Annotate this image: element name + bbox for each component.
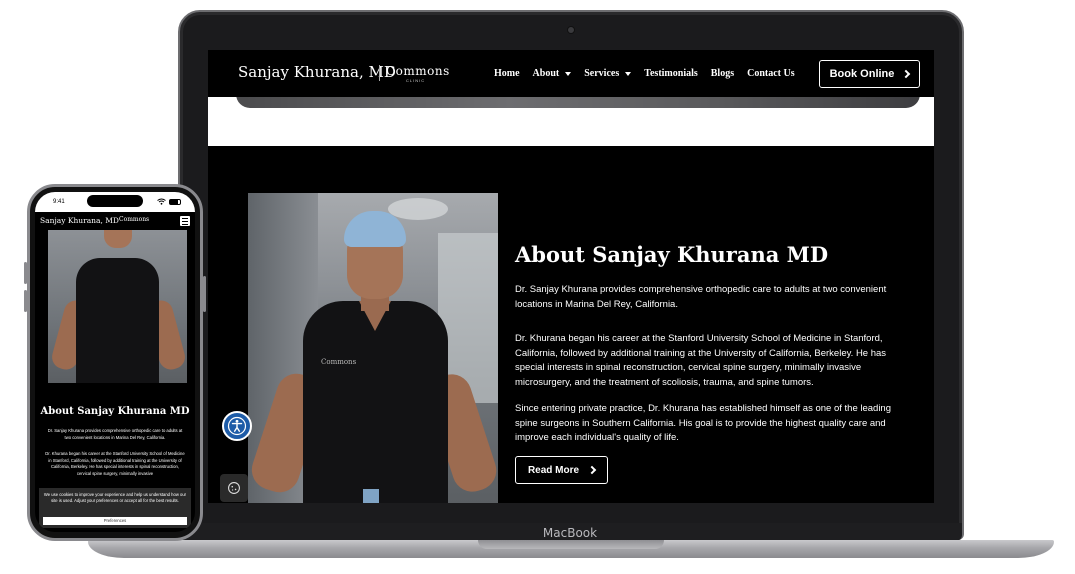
commons-logo[interactable]: Commons: [386, 64, 450, 78]
read-more-label: Read More: [527, 464, 580, 476]
nav-blogs-label: Blogs: [710, 68, 735, 79]
chevron-right-icon: [587, 465, 597, 475]
phone-navbar: Sanjay Khurana, MD Commons: [35, 212, 195, 230]
chevron-right-icon: [902, 69, 911, 79]
about-paragraph-2: Dr. Khurana began his career at the Stan…: [515, 333, 887, 388]
nav-home[interactable]: Home: [494, 68, 520, 79]
power-button: [203, 276, 206, 312]
about-paragraph-3: Since entering private practice, Dr. Khu…: [515, 403, 892, 443]
nav-testimonials-label: Testimonials: [644, 68, 698, 79]
volume-button: [24, 290, 27, 312]
phone-doctor-photo: [48, 230, 187, 383]
accessibility-button[interactable]: [222, 411, 252, 441]
wifi-icon: [157, 198, 166, 205]
doctor-photo: Commons: [248, 193, 498, 503]
caret-down-icon: [625, 71, 632, 76]
commons-logo-sub: CLINIC: [406, 78, 426, 83]
nav-home-label: Home: [494, 68, 520, 79]
about-title: About Sanjay Khurana MD: [515, 242, 829, 267]
phone-about-paragraph-2: Dr. Khurana began his career at the Stan…: [45, 451, 185, 476]
laptop-screen: Sanjay Khurana, MD Commons CLINIC Home A…: [208, 50, 934, 503]
site-navbar: Sanjay Khurana, MD Commons CLINIC Home A…: [208, 50, 934, 97]
cookie-settings-button[interactable]: [220, 474, 248, 502]
macbook-notch: [478, 540, 664, 549]
battery-icon: [169, 198, 181, 205]
preferences-button[interactable]: Preferences: [43, 517, 187, 525]
cookie-icon: [228, 482, 240, 494]
phone-about-paragraph-1: Dr. Sanjay Khurana provides comprehensiv…: [47, 428, 183, 440]
macbook-label: MacBook: [542, 526, 598, 540]
phone-about-title: About Sanjay Khurana MD: [40, 406, 190, 417]
brand-name[interactable]: Sanjay Khurana, MD: [238, 63, 396, 81]
about-paragraph-1: Dr. Sanjay Khurana provides comprehensiv…: [515, 284, 887, 310]
nav-testimonials[interactable]: Testimonials: [644, 68, 698, 79]
nav-services[interactable]: Services: [584, 68, 632, 79]
nav-contact[interactable]: Contact Us: [747, 68, 795, 79]
caret-down-icon: [565, 71, 572, 76]
brand-divider: [379, 65, 380, 81]
read-more-button[interactable]: Read More: [515, 456, 608, 484]
dynamic-island: [87, 195, 143, 207]
scrubs-logo: Commons: [321, 358, 357, 366]
nav-about-label: About: [532, 68, 560, 79]
accessibility-icon: [227, 416, 247, 436]
nav-contact-label: Contact Us: [747, 68, 795, 79]
phone-screen: 9:41 Sanjay Khurana, MD Commons About Sa…: [35, 192, 195, 532]
cookie-banner-text: We use cookies to improve your experienc…: [43, 492, 187, 503]
camera-dot: [568, 27, 574, 33]
book-online-button[interactable]: Book Online: [819, 60, 920, 88]
status-time: 9:41: [53, 199, 65, 205]
status-bar: 9:41: [35, 192, 195, 212]
phone-brand-name[interactable]: Sanjay Khurana, MD: [40, 216, 119, 225]
nav-blogs[interactable]: Blogs: [711, 68, 734, 79]
cookie-banner: We use cookies to improve your experienc…: [39, 488, 191, 528]
book-online-label: Book Online: [829, 68, 895, 80]
nav-about[interactable]: About: [533, 68, 572, 79]
nav-services-label: Services: [584, 68, 620, 79]
phone-commons-logo[interactable]: Commons: [119, 216, 149, 223]
hamburger-menu-icon[interactable]: [180, 216, 190, 226]
main-nav: Home About Services Testimonials Blogs C…: [494, 68, 808, 79]
volume-button: [24, 262, 27, 284]
